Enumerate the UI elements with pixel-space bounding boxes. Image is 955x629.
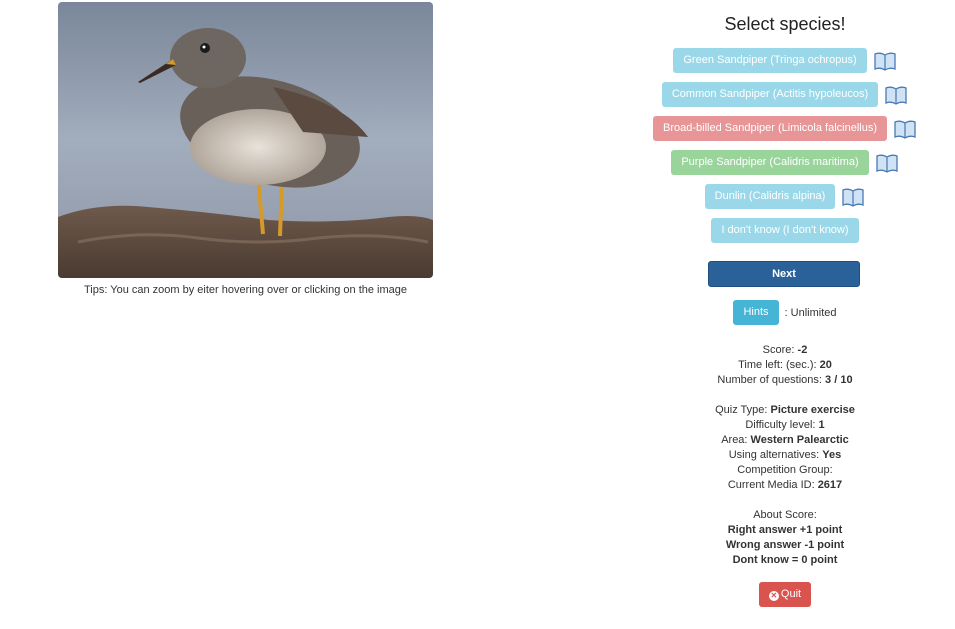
close-circle-icon: ✕: [768, 591, 779, 601]
wrong-answer-rule: Wrong answer -1 point: [725, 539, 845, 551]
dont-know-rule: Dont know = 0 point: [732, 554, 838, 566]
page-title: Select species!: [724, 14, 846, 34]
answer-button-purple-sandpiper[interactable]: Purple Sandpiper (Calidris maritima): [671, 150, 869, 175]
book-icon[interactable]: [841, 186, 865, 208]
score-line: Score: -2: [762, 344, 808, 356]
zoom-tips: Tips: You can zoom by eiter hovering ove…: [83, 284, 408, 296]
hints-value: : Unlimited: [784, 306, 837, 319]
quiz-type-line: Quiz Type: Picture exercise: [715, 404, 855, 416]
alternatives-line: Using alternatives: Yes: [728, 449, 842, 461]
quit-button[interactable]: ✕ Quit: [759, 582, 811, 607]
about-score-title: About Score:: [753, 509, 817, 521]
book-icon[interactable]: [875, 152, 899, 174]
time-left-line: Time left: (sec.): 20: [738, 359, 832, 371]
answer-row: Green Sandpiper (Tringa ochropus): [620, 47, 950, 74]
difficulty-value: 1: [818, 419, 825, 431]
area-value: Western Palearctic: [750, 434, 849, 446]
competition-group-line: Competition Group:: [737, 464, 833, 476]
quiz-type-value: Picture exercise: [770, 404, 855, 416]
score-value: -2: [797, 344, 808, 356]
answer-button-green-sandpiper[interactable]: Green Sandpiper (Tringa ochropus): [673, 48, 867, 73]
right-answer-rule: Right answer +1 point: [727, 524, 843, 536]
media-id-line: Current Media ID: 2617: [727, 479, 843, 491]
answer-row: Common Sandpiper (Actitis hypoleucos): [620, 81, 950, 108]
book-icon[interactable]: [884, 84, 908, 106]
difficulty-line: Difficulty level: 1: [745, 419, 825, 431]
time-left-value: 20: [819, 359, 832, 371]
book-icon[interactable]: [873, 50, 897, 72]
bird-photo[interactable]: [58, 2, 433, 278]
media-id-value: 2617: [817, 479, 843, 491]
hints-button[interactable]: Hints: [733, 300, 779, 325]
answer-button-dunlin[interactable]: Dunlin (Calidris alpina): [704, 184, 836, 209]
answer-row: I don't know (I don't know): [620, 217, 950, 244]
answer-row: Dunlin (Calidris alpina): [620, 183, 950, 210]
answer-button-common-sandpiper[interactable]: Common Sandpiper (Actitis hypoleucos): [661, 82, 879, 107]
answer-row: Purple Sandpiper (Calidris maritima): [620, 149, 950, 176]
book-icon[interactable]: [893, 118, 917, 140]
answer-button-dont-know[interactable]: I don't know (I don't know): [711, 218, 859, 243]
quiz-stats: Score: -2 Time left: (sec.): 20 Number o…: [620, 343, 950, 568]
questions-line: Number of questions: 3 / 10: [717, 374, 853, 386]
questions-value: 3 / 10: [825, 374, 853, 386]
area-line: Area: Western Palearctic: [721, 434, 849, 446]
answer-list: Green Sandpiper (Tringa ochropus) Common…: [620, 47, 950, 251]
answer-row: Broad-billed Sandpiper (Limicola falcine…: [620, 115, 950, 142]
hints-row: Hints : Unlimited: [620, 300, 950, 325]
alternatives-value: Yes: [822, 449, 842, 461]
next-button[interactable]: Next: [708, 261, 860, 287]
answer-button-broad-billed-sandpiper[interactable]: Broad-billed Sandpiper (Limicola falcine…: [653, 116, 887, 141]
